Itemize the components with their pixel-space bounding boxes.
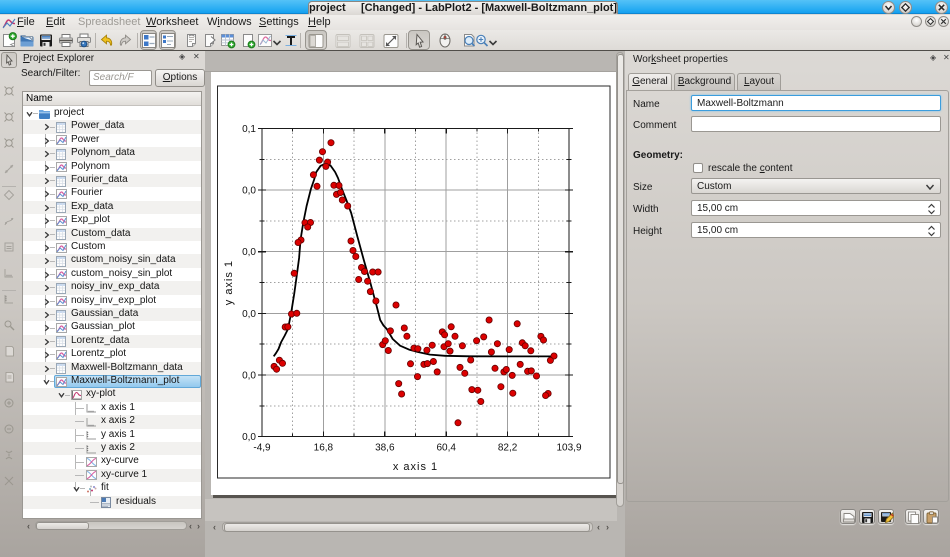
svg-text:0,0: 0,0 bbox=[242, 247, 256, 258]
svg-text:60,4: 60,4 bbox=[436, 443, 456, 454]
svg-text:103,9: 103,9 bbox=[556, 443, 581, 454]
svg-text:y axis 1: y axis 1 bbox=[223, 260, 235, 305]
svg-text:38,6: 38,6 bbox=[375, 443, 395, 454]
svg-text:x axis 1: x axis 1 bbox=[393, 461, 438, 473]
svg-text:0,0: 0,0 bbox=[242, 371, 256, 382]
svg-text:0,0: 0,0 bbox=[242, 309, 256, 320]
svg-text:0,0: 0,0 bbox=[242, 186, 256, 197]
svg-text:82,2: 82,2 bbox=[498, 443, 518, 454]
svg-text:0,0: 0,0 bbox=[242, 432, 256, 443]
svg-text:-4,9: -4,9 bbox=[253, 443, 271, 454]
svg-text:16,8: 16,8 bbox=[314, 443, 334, 454]
svg-text:0,1: 0,1 bbox=[242, 124, 256, 135]
